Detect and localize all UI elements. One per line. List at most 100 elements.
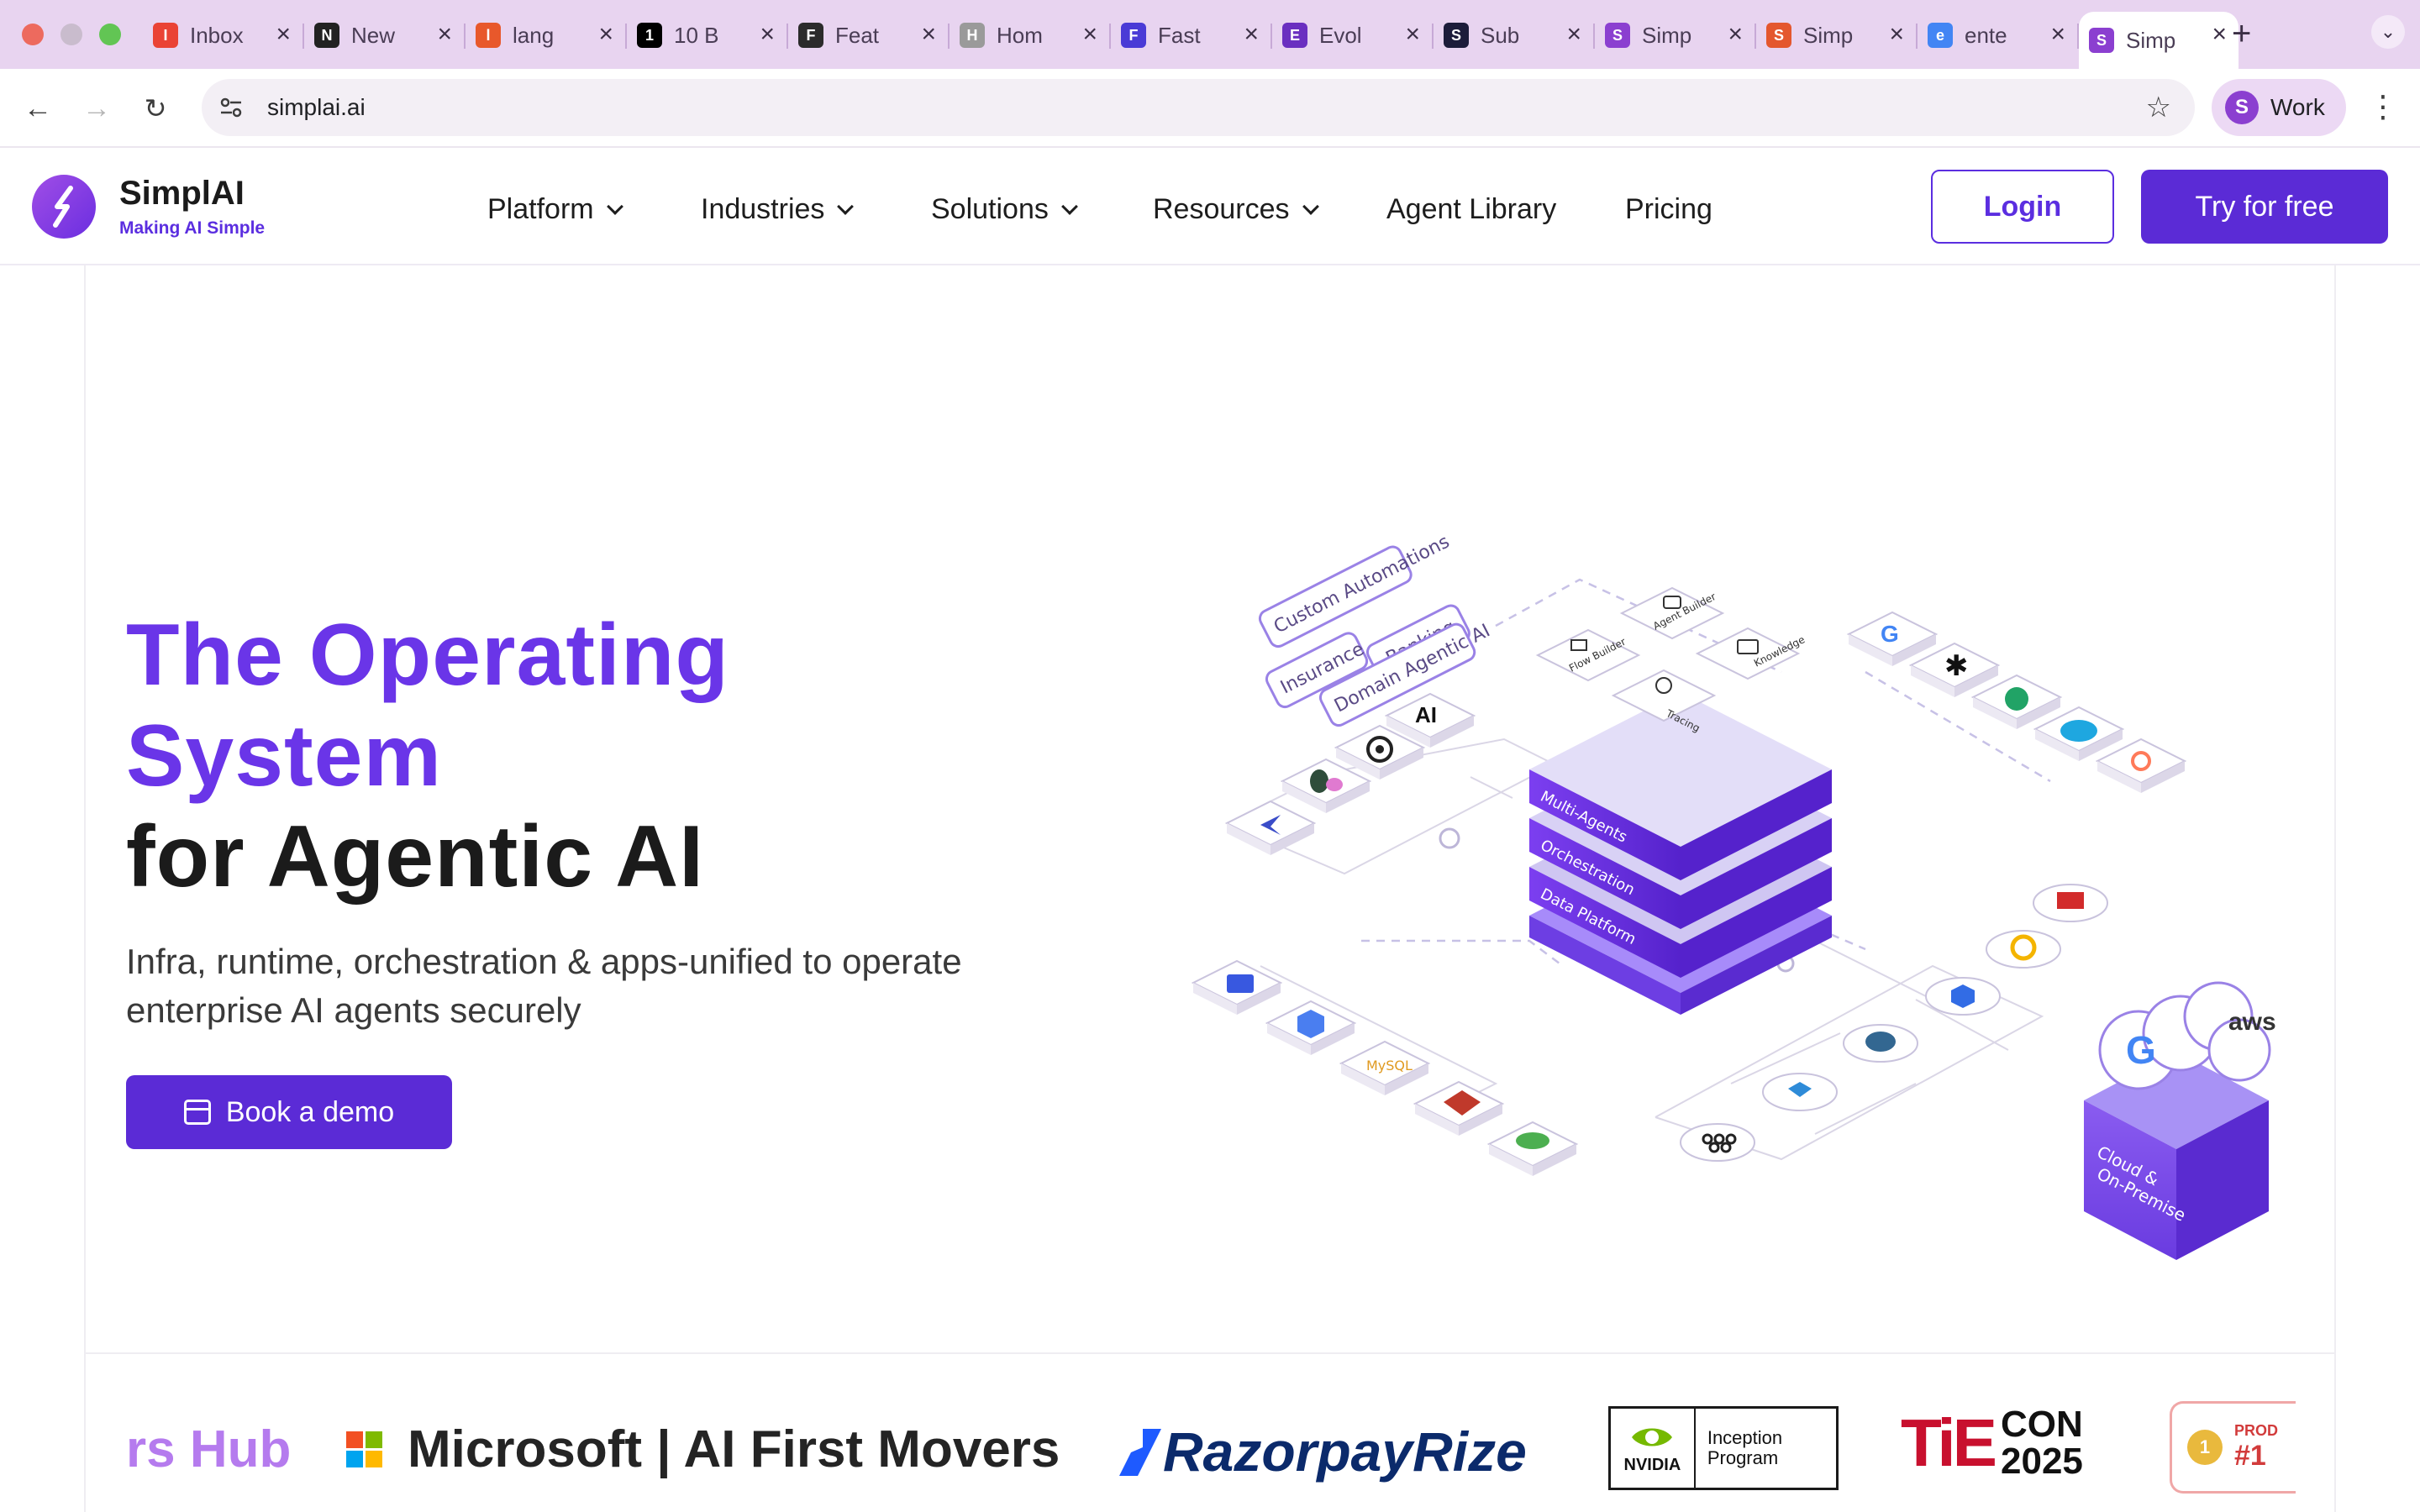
product-badge-rank: #1 (2234, 1440, 2266, 1472)
close-tab-icon[interactable]: × (760, 22, 775, 47)
close-tab-icon[interactable]: × (2212, 22, 2227, 47)
close-tab-icon[interactable]: × (1566, 22, 1581, 47)
browser-tab[interactable]: F Feat × (788, 12, 950, 59)
partner-microsoft-logo: Microsoft | AI First Movers (346, 1420, 1060, 1479)
new-tab-button[interactable]: + (2232, 15, 2251, 53)
nav-label: Resources (1153, 193, 1290, 225)
nav-industries[interactable]: Industries (701, 193, 855, 226)
google-icon: e (1928, 23, 1953, 48)
site-header: SimplAI Making AI Simple Platform Indust… (0, 150, 2420, 265)
browser-tab[interactable]: l lang × (466, 12, 627, 59)
chip-group: Custom Automations Banking Insurance Dom… (1258, 531, 1493, 727)
profile-name: Work (2270, 94, 2325, 120)
brand-name[interactable]: SimplAI (119, 175, 245, 213)
chevron-down-icon (837, 197, 855, 215)
browser-tab[interactable]: 1 10 B × (627, 12, 788, 59)
tab-search-chevron-icon[interactable]: ⌄ (2371, 15, 2405, 49)
platform-stack-illustration: Custom Automations Banking Insurance Dom… (1192, 531, 2276, 1260)
maximize-window-button[interactable] (99, 24, 121, 45)
browser-tab[interactable]: S Simp × (1756, 12, 1918, 59)
nav-platform[interactable]: Platform (487, 193, 623, 226)
simplai-logo-icon[interactable] (32, 175, 96, 239)
platform-layer-stack: Data Platform Orchestration Multi-Agents… (1529, 586, 1832, 1015)
book-demo-button[interactable]: Book a demo (126, 1075, 452, 1149)
forward-arrow-icon[interactable]: → (76, 87, 118, 129)
close-tab-icon[interactable]: × (2050, 22, 2065, 47)
browser-tab[interactable]: F Fast × (1111, 12, 1272, 59)
tab-label: Inbox (190, 22, 244, 48)
nav-pricing[interactable]: Pricing (1625, 193, 1712, 226)
url-text[interactable]: simplai.ai (267, 94, 366, 121)
site-info-icon[interactable] (217, 93, 245, 122)
close-tab-icon[interactable]: × (1405, 22, 1420, 47)
browser-tab[interactable]: S Simp × (1595, 12, 1756, 59)
close-tab-icon[interactable]: × (276, 22, 291, 47)
reload-icon[interactable]: ↻ (134, 87, 176, 129)
partner-product-badge: 1 PROD #1 (2170, 1401, 2296, 1494)
infra-tile-kubernetes-icon (1925, 977, 2001, 1016)
partner-hub-logo: rs Hub (126, 1420, 292, 1478)
browser-tab[interactable]: H Hom × (950, 12, 1111, 59)
minimize-window-button[interactable] (60, 24, 82, 45)
aws-icon: aws (2228, 1008, 2276, 1036)
tab-label: Sub (1481, 22, 1520, 48)
svg-text:MySQL: MySQL (1366, 1058, 1413, 1074)
hero-title-line-3: for Agentic AI (126, 808, 705, 906)
tab-label: lang (513, 22, 555, 48)
tie-mark: TiE (1901, 1405, 1997, 1480)
browser-menu-icon[interactable]: ⋮ (2368, 86, 2398, 128)
chevron-down-icon (606, 197, 623, 215)
browser-toolbar: ← → ↻ simplai.ai ☆ S Work ⋮ (0, 69, 2420, 148)
partner-nvidia-logo: NVIDIA Inception Program (1608, 1406, 1839, 1490)
browser-tab[interactable]: e ente × (1918, 12, 2079, 59)
tab-label: Simp (2126, 27, 2176, 53)
browser-tab[interactable]: N New × (304, 12, 466, 59)
tile-green-icon (1972, 675, 2061, 730)
back-arrow-icon[interactable]: ← (17, 87, 59, 129)
nvidia-mark: NVIDIA (1611, 1409, 1696, 1488)
ai-icon: S (1444, 23, 1469, 48)
logo-strip-divider (84, 1352, 2336, 1354)
infra-tile-azure-icon (1762, 1073, 1838, 1111)
simplai-icon: S (1605, 23, 1630, 48)
tile-agent-builder: Agent Builder (1619, 586, 1725, 640)
infra-tile-gcp-icon (1986, 930, 2061, 969)
login-button[interactable]: Login (1931, 170, 2114, 244)
tab-label: Simp (1803, 22, 1854, 48)
browser-tab[interactable]: S Sub × (1434, 12, 1595, 59)
ai-icon: F (798, 23, 823, 48)
svg-text:✱: ✱ (1944, 649, 1969, 683)
browser-tab[interactable]: S Simp × (2079, 12, 2238, 69)
product-badge-label: PROD (2234, 1422, 2279, 1439)
close-tab-icon[interactable]: × (1244, 22, 1259, 47)
close-tab-icon[interactable]: × (1082, 22, 1097, 47)
address-bar[interactable]: simplai.ai ☆ (202, 79, 2195, 136)
svg-text:AI: AI (1415, 702, 1437, 727)
try-for-free-button[interactable]: Try for free (2141, 170, 2388, 244)
close-tab-icon[interactable]: × (1889, 22, 1904, 47)
chevron-down-icon (1060, 197, 1078, 215)
profile-button[interactable]: S Work (2212, 79, 2346, 136)
chevron-down-icon (1302, 197, 1319, 215)
nav-resources[interactable]: Resources (1153, 193, 1319, 226)
close-tab-icon[interactable]: × (921, 22, 936, 47)
tab-label: Hom (997, 22, 1043, 48)
browser-tab[interactable]: I Inbox × (143, 12, 304, 59)
tile-google-icon: G (1848, 612, 1937, 667)
data-tile-mysql-icon: MySQL (1340, 1041, 1429, 1096)
tab-label: Feat (835, 22, 880, 48)
simplai-icon: S (2089, 28, 2114, 53)
data-tile-redshift-icon (1414, 1081, 1503, 1137)
svg-text:G: G (1881, 621, 1899, 647)
close-window-button[interactable] (22, 24, 44, 45)
close-tab-icon[interactable]: × (1728, 22, 1743, 47)
nav-agent-library[interactable]: Agent Library (1386, 193, 1556, 226)
tiecon-year-text: 2025 (2001, 1441, 2083, 1482)
close-tab-icon[interactable]: × (598, 22, 613, 47)
bookmark-star-icon[interactable]: ☆ (2146, 91, 2171, 124)
nav-solutions[interactable]: Solutions (931, 193, 1078, 226)
tile-flow-builder: Flow Builder (1535, 628, 1641, 682)
close-tab-icon[interactable]: × (437, 22, 452, 47)
browser-tab[interactable]: E Evol × (1272, 12, 1434, 59)
swirl-icon: l (476, 23, 501, 48)
